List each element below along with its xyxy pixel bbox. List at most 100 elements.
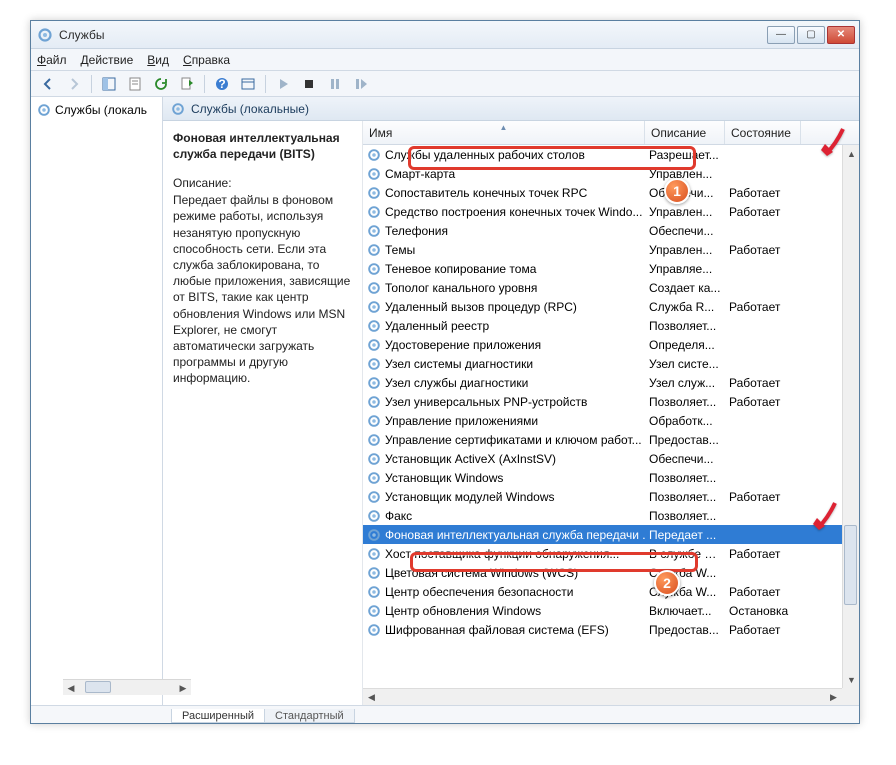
service-row[interactable]: Установщик модулей WindowsПозволяет...Ра… — [363, 487, 842, 506]
service-row[interactable]: Сопоставитель конечных точек RPCОбеспечи… — [363, 183, 842, 202]
tree-pane: Службы (локаль — [31, 97, 163, 705]
service-row[interactable]: Управление сертификатами и ключом работ.… — [363, 430, 842, 449]
column-description[interactable]: Описание — [645, 121, 725, 144]
service-desc: Управлен... — [645, 243, 725, 257]
pause-button[interactable] — [324, 73, 346, 95]
list-button[interactable] — [237, 73, 259, 95]
service-row[interactable]: Фоновая интеллектуальная служба передачи… — [363, 525, 842, 544]
panel-header: Службы (локальные) — [163, 97, 859, 121]
services-list: Имя▲ Описание Состояние Службы удаленных… — [363, 121, 859, 705]
stop-button[interactable] — [298, 73, 320, 95]
menu-action[interactable]: Действие — [81, 53, 134, 67]
service-row[interactable]: Узел службы диагностикиУзел служ...Работ… — [363, 373, 842, 392]
scroll-right-icon[interactable]: ▶ — [825, 689, 842, 706]
column-state[interactable]: Состояние — [725, 121, 801, 144]
service-name: Хост поставщика функции обнаружения... — [385, 547, 619, 561]
annotation-badge-1: 1 — [664, 178, 690, 204]
horizontal-scrollbar[interactable]: ◀ ▶ — [363, 688, 842, 705]
service-row[interactable]: Теневое копирование томаУправляе... — [363, 259, 842, 278]
vertical-scrollbar[interactable]: ▲ ▼ — [842, 145, 859, 688]
service-row[interactable]: Центр обеспечения безопасностиСлужба W..… — [363, 582, 842, 601]
service-name: Службы удаленных рабочих столов — [385, 148, 585, 162]
service-row[interactable]: ТемыУправлен...Работает — [363, 240, 842, 259]
service-name: Узел службы диагностики — [385, 376, 528, 390]
service-row[interactable]: Центр обновления WindowsВключает...Остан… — [363, 601, 842, 620]
service-row[interactable]: Узел универсальных PNP-устройствПозволяе… — [363, 392, 842, 411]
gear-icon — [367, 528, 381, 542]
gear-icon — [367, 243, 381, 257]
service-desc: Позволяет... — [645, 509, 725, 523]
tree-root[interactable]: Службы (локаль — [33, 101, 160, 119]
service-row[interactable]: ФаксПозволяет... — [363, 506, 842, 525]
scroll-left-icon[interactable]: ◀ — [363, 689, 380, 706]
service-desc: Узел систе... — [645, 357, 725, 371]
service-row[interactable]: Хост поставщика функции обнаружения...В … — [363, 544, 842, 563]
service-desc: Позволяет... — [645, 471, 725, 485]
gear-icon — [367, 452, 381, 466]
service-row[interactable]: Удаленный вызов процедур (RPC)Служба R..… — [363, 297, 842, 316]
gear-icon — [367, 414, 381, 428]
service-name: Удаленный реестр — [385, 319, 489, 333]
scroll-up-icon[interactable]: ▲ — [843, 145, 860, 162]
service-name: Шифрованная файловая система (EFS) — [385, 623, 609, 637]
service-row[interactable]: Службы удаленных рабочих столовРазрешает… — [363, 145, 842, 164]
tab-standard[interactable]: Стандартный — [264, 709, 355, 723]
gear-icon — [367, 585, 381, 599]
service-desc: Узел служ... — [645, 376, 725, 390]
service-name: Тополог канального уровня — [385, 281, 537, 295]
gear-icon — [367, 547, 381, 561]
tree-root-label: Службы (локаль — [55, 103, 147, 117]
column-name[interactable]: Имя▲ — [363, 121, 645, 144]
service-row[interactable]: Установщик WindowsПозволяет... — [363, 468, 842, 487]
start-button[interactable] — [272, 73, 294, 95]
maximize-button[interactable]: ▢ — [797, 26, 825, 44]
service-row[interactable]: Средство построения конечных точек Windo… — [363, 202, 842, 221]
minimize-button[interactable]: — — [767, 26, 795, 44]
service-row[interactable]: Смарт-картаУправлен... — [363, 164, 842, 183]
service-desc: Обработк... — [645, 414, 725, 428]
service-state: Остановка — [725, 604, 801, 618]
show-hide-tree-button[interactable] — [98, 73, 120, 95]
service-desc: Обеспечи... — [645, 224, 725, 238]
service-row[interactable]: Тополог канального уровняСоздает ка... — [363, 278, 842, 297]
service-desc: Управляе... — [645, 262, 725, 276]
scroll-down-icon[interactable]: ▼ — [843, 671, 860, 688]
export-button[interactable] — [176, 73, 198, 95]
service-row[interactable]: ТелефонияОбеспечи... — [363, 221, 842, 240]
service-row[interactable]: Управление приложениямиОбработк... — [363, 411, 842, 430]
close-button[interactable]: ✕ — [827, 26, 855, 44]
service-state: Работает — [725, 585, 801, 599]
service-row[interactable]: Удостоверение приложенияОпределя... — [363, 335, 842, 354]
scroll-thumb[interactable] — [85, 681, 111, 693]
scroll-thumb[interactable] — [844, 525, 857, 605]
back-button[interactable] — [37, 73, 59, 95]
tree-hscroll[interactable]: ◀ ▶ — [63, 679, 191, 695]
help-button[interactable]: ? — [211, 73, 233, 95]
service-row[interactable]: Удаленный реестрПозволяет... — [363, 316, 842, 335]
service-row[interactable]: Узел системы диагностикиУзел систе... — [363, 354, 842, 373]
refresh-button[interactable] — [150, 73, 172, 95]
restart-button[interactable] — [350, 73, 372, 95]
detail-pane: Фоновая интеллектуальная служба передачи… — [163, 121, 363, 705]
titlebar[interactable]: Службы — ▢ ✕ — [31, 21, 859, 49]
scroll-left-icon[interactable]: ◀ — [63, 680, 79, 696]
service-row[interactable]: Цветовая система Windows (WCS)Служба W..… — [363, 563, 842, 582]
scroll-right-icon[interactable]: ▶ — [175, 680, 191, 696]
forward-button[interactable] — [63, 73, 85, 95]
menu-help[interactable]: Справка — [183, 53, 230, 67]
service-desc: Определя... — [645, 338, 725, 352]
service-row[interactable]: Шифрованная файловая система (EFS) Предос… — [363, 620, 842, 639]
gear-icon — [37, 103, 51, 117]
service-desc: Предостав... — [645, 623, 725, 637]
service-row[interactable]: Установщик ActiveX (AxInstSV)Обеспечи... — [363, 449, 842, 468]
menu-file[interactable]: Файл — [37, 53, 67, 67]
column-headers: Имя▲ Описание Состояние — [363, 121, 859, 145]
properties-button[interactable] — [124, 73, 146, 95]
service-name: Темы — [385, 243, 415, 257]
service-name: Сопоставитель конечных точек RPC — [385, 186, 587, 200]
service-name: Фоновая интеллектуальная служба передачи… — [385, 528, 645, 542]
window-title: Службы — [59, 28, 767, 42]
tab-extended[interactable]: Расширенный — [171, 709, 265, 723]
app-icon — [37, 27, 53, 43]
menu-view[interactable]: Вид — [147, 53, 169, 67]
